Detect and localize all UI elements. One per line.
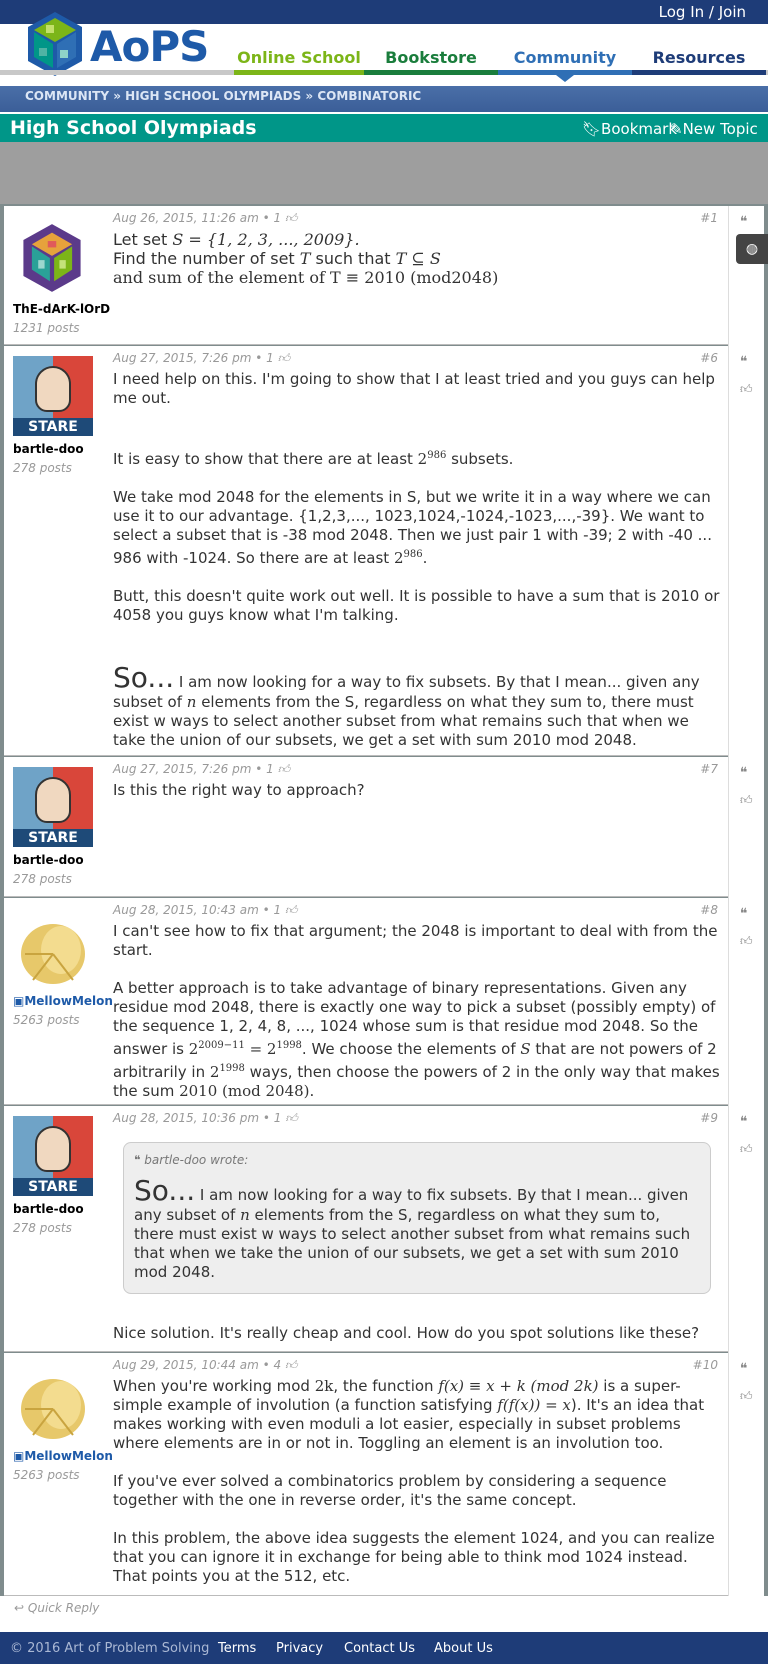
- forum-title[interactable]: High School Olympiads: [10, 117, 257, 139]
- footer-about[interactable]: About Us: [434, 1641, 493, 1656]
- post-meta: Aug 27, 2015, 7:26 pm • 1 👍︎: [113, 351, 291, 365]
- avatar-hex-icon[interactable]: [18, 222, 86, 294]
- avatar-stare[interactable]: STARE: [13, 356, 93, 436]
- username[interactable]: ▣MellowMelon: [13, 1449, 113, 1463]
- thumbs-up-icon: 👍︎: [284, 903, 298, 917]
- post-meta: Aug 29, 2015, 10:44 am • 4 👍︎: [113, 1358, 298, 1372]
- post-body: I need help on this. I'm going to show t…: [113, 370, 720, 749]
- globe-icon[interactable]: ◍: [736, 234, 768, 264]
- quote-icon[interactable]: ❝: [740, 906, 748, 922]
- post-body: Is this the right way to approach?: [113, 781, 365, 799]
- post-number[interactable]: #9: [700, 1111, 718, 1125]
- quote-icon[interactable]: ❝: [740, 765, 748, 781]
- new-topic-button[interactable]: ✎New Topic: [670, 120, 758, 138]
- post-body: Nice solution. It's really cheap and coo…: [113, 1324, 700, 1342]
- aops-logo-icon[interactable]: [24, 10, 86, 78]
- nav-resources-bar: [632, 70, 766, 75]
- post-6: STARE bartle-doo 278 posts Aug 27, 2015,…: [4, 346, 728, 756]
- username[interactable]: bartle-doo: [13, 442, 84, 456]
- post-body: Let set S = {1, 2, 3, ..., 2009}. Find t…: [113, 230, 499, 287]
- bookmark-icon: 🔖︎: [582, 120, 602, 138]
- post-meta: Aug 27, 2015, 7:26 pm • 1 👍︎: [113, 762, 291, 776]
- username[interactable]: ThE-dArK-lOrD: [13, 302, 110, 316]
- thumbs-up-icon: 👍︎: [284, 211, 298, 225]
- quote-block: ❝ bartle-doo wrote: So... I am now looki…: [123, 1142, 711, 1294]
- breadcrumb-combinatoric[interactable]: COMBINATORIC: [317, 89, 421, 103]
- post-9: STARE bartle-doo 278 posts Aug 28, 2015,…: [4, 1106, 728, 1352]
- login-link[interactable]: Log In / Join: [659, 3, 746, 21]
- post-number[interactable]: #8: [700, 903, 718, 917]
- post-number[interactable]: #1: [700, 211, 718, 225]
- post-number[interactable]: #7: [700, 762, 718, 776]
- post-meta: Aug 28, 2015, 10:43 am • 1 👍︎: [113, 903, 298, 917]
- post-meta: Aug 26, 2015, 11:26 am • 1 👍︎: [113, 211, 298, 225]
- new-topic-label: New Topic: [682, 120, 758, 138]
- breadcrumb-sep: »: [305, 89, 314, 103]
- post-meta: Aug 28, 2015, 10:36 pm • 1 👍︎: [113, 1111, 298, 1125]
- avatar-stare[interactable]: STARE: [13, 1116, 93, 1196]
- quick-reply-bar[interactable]: ↩ Quick Reply: [6, 1600, 761, 1617]
- post-count: 278 posts: [13, 872, 72, 886]
- post-number[interactable]: #10: [693, 1358, 718, 1372]
- username[interactable]: ▣MellowMelon: [13, 994, 113, 1008]
- topic-header-area: [0, 142, 768, 204]
- bookmark-label: Bookmark: [601, 120, 678, 138]
- thumbs-up-icon[interactable]: 👍︎: [740, 1142, 753, 1157]
- post-count: 278 posts: [13, 461, 72, 475]
- thumbs-up-icon: 👍︎: [277, 762, 291, 776]
- thumbs-up-icon[interactable]: 👍︎: [740, 793, 753, 808]
- post-1: ThE-dArK-lOrD 1231 posts Aug 26, 2015, 1…: [4, 206, 728, 345]
- thumbs-up-icon: 👍︎: [284, 1358, 298, 1372]
- post-number[interactable]: #6: [700, 351, 718, 365]
- thumbs-up-icon[interactable]: 👍︎: [740, 934, 753, 949]
- post-count: 5263 posts: [13, 1013, 80, 1027]
- avatar-melon-icon[interactable]: [13, 1365, 93, 1445]
- bookmark-button[interactable]: 🔖︎Bookmark: [582, 120, 677, 138]
- post-body: I can't see how to fix that argument; th…: [113, 922, 720, 1100]
- post-body: When you're working mod 2k, the function…: [113, 1377, 715, 1585]
- footer-contact[interactable]: Contact Us: [344, 1641, 415, 1656]
- quote-icon[interactable]: ❝: [740, 1361, 748, 1377]
- breadcrumb: COMMUNITY » HIGH SCHOOL OLYMPIADS » COMB…: [0, 86, 768, 112]
- forum-bar: High School Olympiads 🔖︎Bookmark ✎New To…: [0, 114, 768, 142]
- avatar-stare[interactable]: STARE: [13, 767, 93, 847]
- top-bar: Log In / Join: [0, 0, 768, 24]
- breadcrumb-community[interactable]: COMMUNITY: [25, 89, 109, 103]
- post-count: 278 posts: [13, 1221, 72, 1235]
- username[interactable]: bartle-doo: [13, 853, 84, 867]
- edit-icon: ✎: [670, 120, 683, 138]
- nav-bookstore-bar: [364, 70, 498, 75]
- footer: © 2016 Art of Problem Solving Terms Priv…: [0, 1632, 768, 1664]
- quote-icon[interactable]: ❝: [740, 1114, 748, 1130]
- thumbs-up-icon[interactable]: 👍︎: [740, 382, 753, 397]
- logo-text[interactable]: AoPS: [90, 22, 209, 71]
- quote-icon: ❝: [134, 1153, 141, 1167]
- post-8: ▣MellowMelon 5263 posts Aug 28, 2015, 10…: [4, 898, 728, 1105]
- quote-icon[interactable]: ❝: [740, 354, 748, 370]
- footer-terms[interactable]: Terms: [218, 1641, 256, 1656]
- nav-online-school-bar: [234, 70, 364, 75]
- post-count: 5263 posts: [13, 1468, 80, 1482]
- quote-icon[interactable]: ❝: [740, 214, 748, 230]
- footer-copyright: © 2016 Art of Problem Solving: [10, 1641, 210, 1656]
- post-count: 1231 posts: [13, 321, 80, 335]
- thumbs-up-icon: 👍︎: [285, 1111, 298, 1125]
- post-10: ▣MellowMelon 5263 posts Aug 29, 2015, 10…: [4, 1353, 728, 1596]
- breadcrumb-olympiads[interactable]: HIGH SCHOOL OLYMPIADS: [125, 89, 301, 103]
- avatar-melon-icon[interactable]: [13, 910, 93, 990]
- nav-active-caret: [556, 75, 574, 82]
- breadcrumb-sep: »: [113, 89, 121, 103]
- post-7: STARE bartle-doo 278 posts Aug 27, 2015,…: [4, 757, 728, 897]
- post-actions-column: ❝ ❝ 👍︎ ❝ 👍︎ ❝ 👍︎ ❝ 👍︎ ❝ 👍︎: [728, 206, 764, 1596]
- reply-icon: ↩: [14, 1601, 25, 1615]
- footer-privacy[interactable]: Privacy: [276, 1641, 323, 1656]
- thumbs-up-icon: 👍︎: [277, 351, 291, 365]
- thumbs-up-icon[interactable]: 👍︎: [740, 1389, 753, 1404]
- username[interactable]: bartle-doo: [13, 1202, 84, 1216]
